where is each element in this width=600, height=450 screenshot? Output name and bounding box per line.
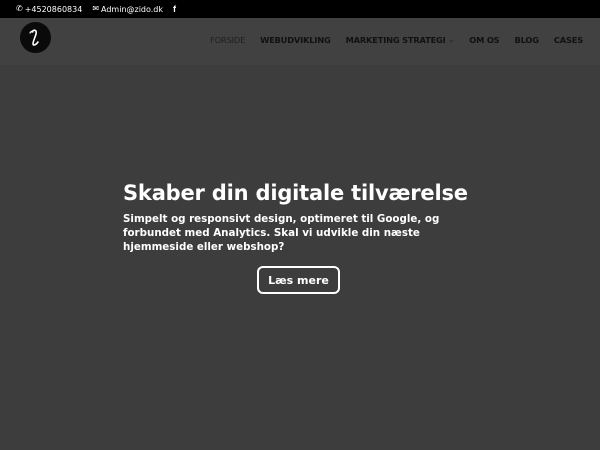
nav-item-blog[interactable]: BLOG [514,35,539,45]
read-more-button[interactable]: Læs mere [257,266,340,294]
nav-item-label: CASES [553,35,583,45]
top-bar: ✆ +4520860834 ✉ Admin@zido.dk f [0,0,600,18]
logo-icon[interactable] [20,22,51,53]
email-contact[interactable]: ✉ Admin@zido.dk [92,5,163,14]
hero-section: Skaber din digitale tilværelse Simpelt o… [0,65,600,450]
nav-item-marketing-strategi[interactable]: MARKETING STRATEGI ⌄ [346,35,455,45]
nav-item-label: BLOG [514,35,539,45]
nav-item-cases[interactable]: CASES [554,35,583,45]
nav-item-label: MARKETING STRATEGI [345,35,446,45]
phone-number[interactable]: +4520860834 [25,5,83,14]
nav-item-webudvikling[interactable]: WEBUDVIKLING [260,35,331,45]
hero-title: Skaber din digitale tilværelse [123,181,468,205]
nav-item-forside[interactable]: FORSIDE [210,35,245,45]
logo-mark [29,29,39,46]
nav-item-label: WEBUDVIKLING [260,35,331,45]
email-address[interactable]: Admin@zido.dk [101,5,163,14]
phone-contact[interactable]: ✆ +4520860834 [16,5,82,14]
facebook-icon[interactable]: f [173,4,176,14]
chevron-down-icon: ⌄ [448,36,455,44]
envelope-icon: ✉ [92,4,100,13]
hero-content: Skaber din digitale tilværelse Simpelt o… [123,181,483,254]
hero-subtitle: Simpelt og responsivt design, optimeret … [123,213,440,253]
main-navigation: FORSIDE WEBUDVIKLING MARKETING STRATEGI … [195,18,583,62]
phone-icon: ✆ [16,4,23,13]
nav-item-om-os[interactable]: OM OS [469,35,499,45]
site-header: FORSIDE WEBUDVIKLING MARKETING STRATEGI … [0,18,600,65]
nav-item-label: OM OS [469,35,500,45]
nav-item-label: FORSIDE [210,35,246,45]
